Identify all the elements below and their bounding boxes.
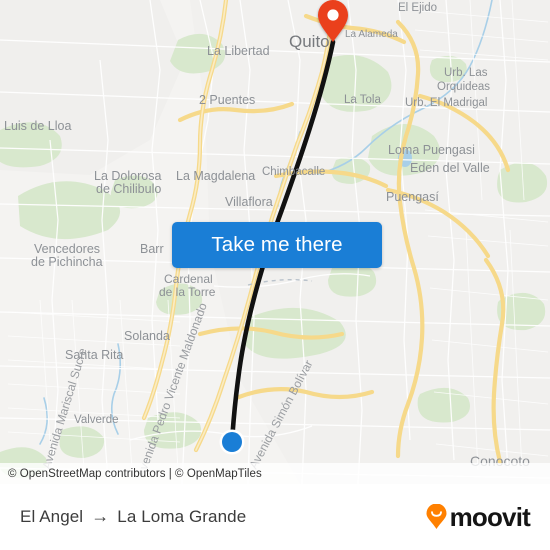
map-label-la-dolorosa-2: de Chilibulo	[96, 182, 161, 196]
map-canvas[interactable]: El Ejido La Alameda Quito La Libertad Urb. L…	[0, 0, 550, 484]
map-label-cardenal-2: de la Torre	[159, 285, 216, 299]
moovit-route-screen: El Ejido La Alameda Quito La Libertad Urb. L…	[0, 0, 550, 550]
map-label-chimbacalle: Chimbacalle	[262, 166, 325, 178]
map-label-luis-de-lloa: Luis de Lloa	[4, 119, 71, 133]
map-label-villaflora: Villaflora	[225, 195, 273, 209]
origin-dot-marker	[219, 429, 245, 455]
map-label-la-magdalena: La Magdalena	[176, 169, 255, 183]
map-label-el-ejido: El Ejido	[398, 2, 437, 14]
moovit-wordmark: moovit	[449, 502, 531, 532]
map-label-vencedores-2: de Pichincha	[31, 255, 103, 269]
map-label-la-dolorosa-1: La Dolorosa	[94, 169, 161, 183]
moovit-logo[interactable]: moovit	[425, 502, 531, 532]
attribution-text: © OpenStreetMap contributors | © OpenMap…	[8, 467, 262, 480]
map-label-puengasi: Puengasí	[386, 190, 439, 204]
route-origin: El Angel	[20, 507, 84, 526]
map-attribution: © OpenStreetMap contributors | © OpenMap…	[0, 463, 550, 484]
map-label-la-alameda: La Alameda	[345, 29, 398, 40]
map-label-urb-las-orquideas-2: Orquideas	[437, 81, 490, 93]
take-me-there-button[interactable]: Take me there	[172, 222, 382, 268]
map-label-la-tola: La Tola	[344, 94, 381, 106]
map-label-barrio: Barr	[140, 242, 164, 256]
route-destination: La Loma Grande	[117, 507, 247, 526]
map-label-cardenal-1: Cardenal	[164, 272, 213, 286]
map-label-loma-puengasi: Loma Puengasi	[388, 143, 475, 157]
map-label-quito: Quito	[289, 32, 330, 51]
take-me-there-label: Take me there	[211, 233, 343, 256]
map-label-la-libertad: La Libertad	[207, 44, 270, 58]
footer-bar: El Angel → La Loma Grande moovit	[0, 484, 550, 550]
map-label-dos-puentes: 2 Puentes	[199, 93, 255, 107]
map-label-eden-del-valle: Eden del Valle	[410, 161, 490, 175]
map-label-valverde: Valverde	[74, 414, 119, 426]
map-label-vencedores-1: Vencedores	[34, 242, 100, 256]
moovit-pin-icon	[426, 504, 447, 529]
map-label-urb-las-orquideas-1: Urb. Las	[444, 67, 488, 79]
map-label-urb-el-madrigal: Urb. El Madrigal	[405, 97, 487, 109]
arrow-right-icon: →	[91, 506, 110, 526]
route-summary: El Angel → La Loma Grande	[20, 507, 246, 527]
map-label-solanda: Solanda	[124, 329, 170, 343]
